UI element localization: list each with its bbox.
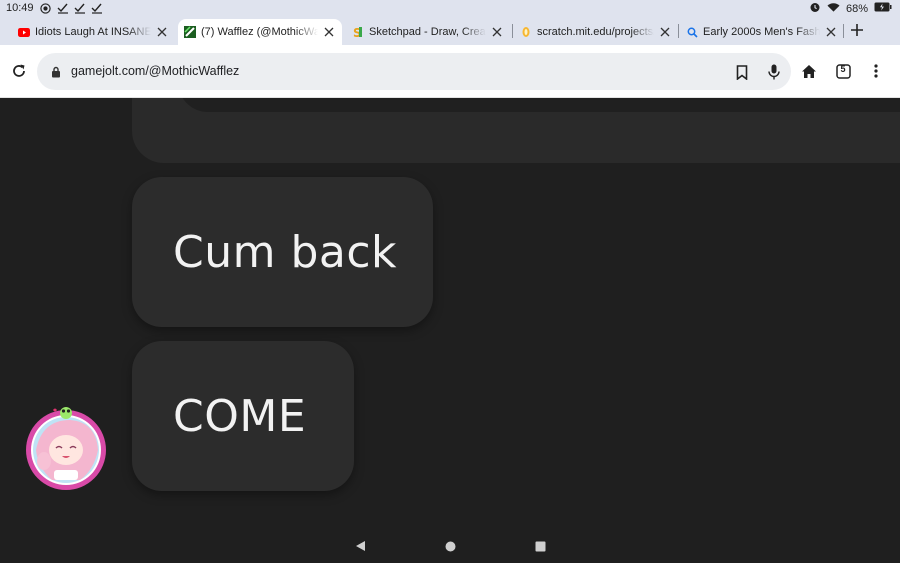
recents-icon <box>535 541 545 551</box>
home-button[interactable] <box>797 59 821 83</box>
plus-icon <box>851 24 863 36</box>
back-button[interactable] <box>352 538 368 554</box>
message-text: Cum back <box>173 226 398 278</box>
message-text: COME <box>173 390 307 442</box>
record-icon <box>40 2 51 14</box>
scratch-icon <box>520 26 532 38</box>
status-time: 10:49 <box>6 2 34 14</box>
tab-title: Idiots Laugh At INSANE Tex <box>35 26 151 38</box>
close-icon[interactable] <box>490 25 504 39</box>
home-circle-icon <box>445 541 455 551</box>
voice-search-button[interactable] <box>762 60 786 84</box>
tab-title: Early 2000s Men's Fashion <box>703 26 820 38</box>
address-bar[interactable]: gamejolt.com/@MothicWafflez <box>37 53 791 90</box>
tab-youtube[interactable]: Idiots Laugh At INSANE Tex <box>12 19 175 45</box>
search-icon <box>686 26 698 38</box>
checklist-icon <box>57 2 69 14</box>
close-icon[interactable] <box>322 25 336 39</box>
tab-title: scratch.mit.edu/projects/12 <box>537 26 654 38</box>
reload-icon <box>13 64 25 77</box>
reload-button[interactable] <box>7 59 31 83</box>
more-vert-icon <box>874 64 878 78</box>
youtube-icon <box>18 26 30 38</box>
tab-switcher-button[interactable]: 5 <box>831 59 855 83</box>
sketchpad-icon: S <box>352 26 364 38</box>
gamejolt-icon <box>184 26 196 38</box>
microphone-icon <box>768 64 780 80</box>
tab-count: 5 <box>840 64 846 74</box>
checklist-icon <box>74 2 86 14</box>
status-bar: 10:49 68% <box>0 0 900 17</box>
previous-message-inner <box>178 98 900 112</box>
wifi-icon <box>827 2 840 16</box>
tab-gamejolt[interactable]: (7) Wafflez (@MothicWafflez <box>178 19 342 45</box>
tab-title: Sketchpad - Draw, Create, Sh <box>369 26 486 38</box>
close-icon[interactable] <box>824 25 838 39</box>
message-bubble[interactable]: Cum back <box>132 177 433 327</box>
close-icon[interactable] <box>658 25 672 39</box>
back-icon <box>355 541 365 551</box>
battery-icon <box>874 2 892 15</box>
tab-search[interactable]: Early 2000s Men's Fashion <box>680 19 844 45</box>
message-bubble[interactable]: COME <box>132 341 354 491</box>
browser-toolbar: gamejolt.com/@MothicWafflez 5 <box>0 45 900 98</box>
battery-percent: 68% <box>845 2 868 15</box>
tab-scratch[interactable]: scratch.mit.edu/projects/12 <box>514 19 678 45</box>
tab-separator <box>512 24 513 38</box>
home-icon <box>802 64 816 78</box>
recents-button[interactable] <box>532 538 548 554</box>
alarm-icon <box>809 1 821 16</box>
bookmark-icon <box>736 64 748 80</box>
home-nav-button[interactable] <box>442 538 458 554</box>
tab-sketchpad[interactable]: S Sketchpad - Draw, Create, Sh <box>346 19 510 45</box>
menu-button[interactable] <box>864 59 888 83</box>
url-text[interactable]: gamejolt.com/@MothicWafflez <box>71 64 239 78</box>
tab-strip: Idiots Laugh At INSANE Tex (7) Wafflez (… <box>0 17 900 45</box>
tab-separator <box>843 24 844 38</box>
checklist-icon <box>91 2 103 14</box>
system-nav-bar <box>0 528 900 563</box>
new-tab-button[interactable] <box>848 21 866 39</box>
page-content: Cum back COME <box>0 98 900 528</box>
tab-separator <box>678 24 679 38</box>
bookmark-button[interactable] <box>730 60 754 84</box>
close-icon[interactable] <box>155 25 169 39</box>
lock-icon <box>51 65 61 83</box>
tab-title: (7) Wafflez (@MothicWafflez <box>201 26 318 38</box>
user-avatar[interactable] <box>24 406 109 492</box>
